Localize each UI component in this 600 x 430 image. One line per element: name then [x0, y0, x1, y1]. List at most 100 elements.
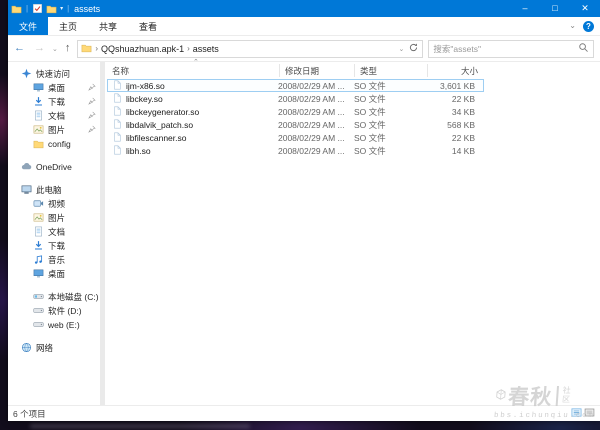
breadcrumb: QQshuazhuan.apk-1 › assets [101, 44, 219, 54]
sidebar-section-label: OneDrive [36, 162, 72, 172]
ribbon-tabs-list: 文件 主页 共享 查看 [8, 17, 168, 35]
sidebar-item-label: config [48, 139, 71, 149]
file-icon [112, 80, 122, 92]
file-type: SO 文件 [354, 119, 386, 130]
column-header-name[interactable]: ⌃ 名称 [107, 59, 279, 77]
file-size: 568 KB [447, 119, 475, 130]
content-area: 快速访问 桌面 下载 文档 图片 config OneDrive 此电脑 视频 图片 文档 下载 音乐桌… [8, 59, 600, 405]
file-icon [112, 145, 122, 157]
sidebar-item-label: 视频 [48, 199, 66, 209]
sidebar-item-documents-pc[interactable]: 文档 [8, 225, 100, 239]
file-name: libckey.so [126, 93, 163, 104]
explorer-app-icon [11, 3, 22, 14]
file-size: 22 KB [451, 132, 475, 143]
file-list: ijm-x86.so 2008/02/29 AM ... SO 文件 3,601 KB… [107, 79, 484, 157]
sidebar-item-label: 图片 [48, 213, 66, 223]
sidebar-item-pictures-pc[interactable]: 图片 [8, 211, 100, 225]
expand-ribbon-icon[interactable]: ⌄ [569, 22, 576, 30]
file-name: libh.so [126, 145, 151, 156]
tab-view[interactable]: 查看 [128, 17, 168, 35]
new-folder-icon[interactable] [46, 3, 57, 14]
sidebar-item-config[interactable]: config [8, 137, 100, 151]
tab-file[interactable]: 文件 [8, 17, 49, 35]
details-view-icon[interactable] [571, 407, 582, 420]
column-header-type[interactable]: 类型 [354, 64, 427, 77]
table-row[interactable]: libckey.so 2008/02/29 AM ... SO 文件 22 KB [107, 92, 484, 105]
table-row[interactable]: libdalvik_patch.so 2008/02/29 AM ... SO 文件… [107, 118, 484, 131]
table-row[interactable]: libh.so 2008/02/29 AM ... SO 文件 14 KB [107, 144, 484, 157]
window-controls: – □ ✕ [510, 0, 600, 17]
table-row[interactable]: libckeygenerator.so 2008/02/29 AM ... SO 文… [107, 105, 484, 118]
maximize-button[interactable]: □ [540, 0, 570, 17]
sidebar-item-videos[interactable]: 视频 [8, 197, 100, 211]
close-button[interactable]: ✕ [570, 0, 600, 17]
sidebar-item-documents[interactable]: 文档 [8, 109, 100, 123]
file-date-modified: 2008/02/29 AM ... [278, 106, 345, 117]
file-icon [112, 132, 122, 144]
download-icon [33, 240, 44, 253]
address-bar[interactable]: › QQshuazhuan.apk-1 › assets ⌄ [77, 39, 424, 58]
sidebar-item-downloads-pc[interactable]: 下载 [8, 239, 100, 253]
sidebar-item-desktop-pc[interactable]: 桌面 [8, 267, 100, 281]
file-size: 3,601 KB [440, 80, 475, 91]
sidebar-item-label: 软件 (D:) [48, 306, 82, 316]
minimize-button[interactable]: – [510, 0, 540, 17]
customize-toolbar-caret-icon[interactable]: ▾ [60, 6, 63, 12]
sidebar-item-downloads[interactable]: 下载 [8, 95, 100, 109]
back-button[interactable]: ← [12, 43, 27, 54]
help-icon[interactable]: ? [583, 20, 594, 32]
cloud-icon [21, 161, 32, 174]
sort-ascending-icon: ⌃ [193, 59, 199, 66]
file-icon [112, 119, 122, 131]
sidebar-item-music[interactable]: 音乐 [8, 253, 100, 267]
download-icon [33, 96, 44, 109]
sidebar-section-quick-access[interactable]: 快速访问 [8, 67, 100, 81]
breadcrumb-segment[interactable]: assets [193, 44, 219, 54]
sidebar-item-pictures[interactable]: 图片 [8, 123, 100, 137]
search-input[interactable] [433, 43, 578, 54]
sidebar-item-label: 下载 [48, 97, 66, 107]
drive-icon [33, 305, 44, 318]
table-row[interactable]: libfilescanner.so 2008/02/29 AM ... SO 文件 2… [107, 131, 484, 144]
ribbon-tabs: 文件 主页 共享 查看 ⌄ ? [8, 17, 600, 36]
sidebar-item-label: 文档 [48, 111, 66, 121]
sidebar-item-desktop[interactable]: 桌面 [8, 81, 100, 95]
column-header-size[interactable]: 大小 [427, 64, 482, 77]
titlebar: | ▾ | assets – □ ✕ [8, 0, 600, 17]
file-icon [112, 106, 122, 118]
sidebar-item-disk-c[interactable]: 本地磁盘 (C:) [8, 290, 100, 304]
view-toggles [571, 407, 595, 420]
explorer-window: | ▾ | assets – □ ✕ 文件 主页 共享 查看 ⌄ ? ← → ⌄ ↑ … [8, 0, 600, 421]
breadcrumb-segment[interactable]: QQshuazhuan.apk-1 [101, 44, 184, 54]
up-button[interactable]: ↑ [63, 43, 73, 54]
recent-locations-caret-icon[interactable]: ⌄ [52, 45, 58, 53]
file-date-modified: 2008/02/29 AM ... [278, 80, 345, 91]
forward-button[interactable]: → [32, 43, 47, 54]
sidebar-section-onedrive[interactable]: OneDrive [8, 160, 100, 174]
properties-icon[interactable] [32, 3, 43, 14]
video-icon [33, 198, 44, 211]
sidebar-item-label: web (E:) [48, 320, 80, 330]
column-header-date-modified[interactable]: 修改日期 [279, 64, 354, 77]
sidebar-item-label: 文档 [48, 227, 66, 237]
sidebar-item-disk-e[interactable]: web (E:) [8, 318, 100, 332]
thumbnails-view-icon[interactable] [584, 407, 595, 420]
search-icon[interactable] [578, 42, 589, 55]
drive-icon [33, 319, 44, 332]
sidebar-section-this-pc[interactable]: 此电脑 [8, 183, 100, 197]
file-type: SO 文件 [354, 145, 386, 156]
address-dropdown-caret-icon[interactable]: ⌄ [399, 45, 405, 53]
tab-home[interactable]: 主页 [48, 17, 88, 35]
window-title: assets [74, 3, 101, 14]
document-icon [33, 226, 44, 239]
refresh-icon[interactable] [408, 42, 419, 55]
file-name: libdalvik_patch.so [126, 119, 194, 130]
sidebar-item-disk-d[interactable]: 软件 (D:) [8, 304, 100, 318]
file-list-pane: ⌃ 名称 修改日期 类型 大小 ijm-x86.so 2008/02/29 AM … [105, 59, 600, 405]
file-size: 34 KB [451, 106, 475, 117]
file-type: SO 文件 [354, 80, 386, 91]
sidebar-section-network[interactable]: 网络 [8, 341, 100, 355]
table-row[interactable]: ijm-x86.so 2008/02/29 AM ... SO 文件 3,601 KB [107, 79, 484, 92]
file-type: SO 文件 [354, 132, 386, 143]
tab-share[interactable]: 共享 [88, 17, 128, 35]
